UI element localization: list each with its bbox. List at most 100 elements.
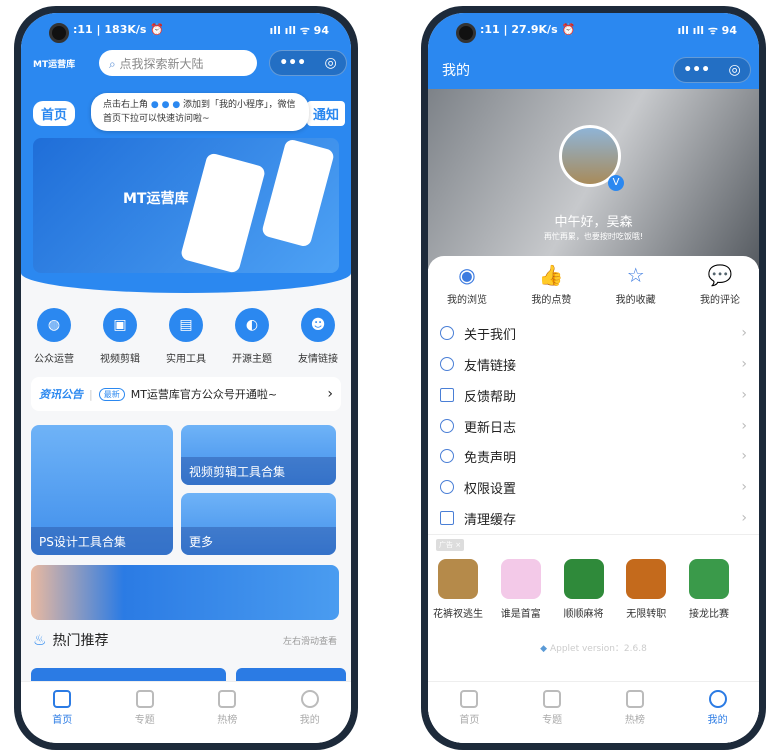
menu-permissions[interactable]: 权限设置 › (440, 472, 747, 502)
chevron-right-icon: › (741, 387, 747, 403)
chevron-right-icon: › (741, 356, 747, 372)
close-icon[interactable]: ◎ (325, 55, 337, 71)
card-video-tools[interactable]: 视频剪辑工具合集 (181, 425, 336, 485)
tab-hot[interactable]: 热榜 (197, 690, 257, 743)
game-icon (438, 559, 478, 599)
tip-text: 点击右上角 (103, 100, 149, 110)
info-icon (440, 326, 454, 340)
capsule-menu[interactable]: ••• ◎ (673, 57, 751, 83)
greeting-subtext: 再忙再累，也要按时吃饭哦! (543, 232, 644, 241)
quick-likes[interactable]: 👍 我的点赞 (516, 263, 586, 306)
tab-bar: 首页 专题 热榜 我的 (428, 681, 759, 743)
status-bar: :11 | 183K/s ⏰ ıll ıll ᯤ 94 (43, 23, 329, 38)
status-bar: :11 | 27.9K/s ⏰ ıll ıll ᯤ 94 (450, 23, 737, 38)
quick-actions: ◉ 我的浏览 👍 我的点赞 ☆ 我的收藏 💬 我的评论 (432, 263, 755, 306)
category-item[interactable]: ◍ 公众运营 (23, 308, 85, 365)
link-icon (440, 357, 454, 371)
greeting: 中午好，吴森 (554, 215, 633, 230)
fire-icon: ♨ (33, 631, 47, 649)
notice-text: MT运营库官方公众号开通啦~ (130, 388, 278, 401)
quick-comments[interactable]: 💬 我的评论 (685, 263, 755, 306)
tab-mine[interactable]: 我的 (280, 690, 340, 743)
category-row: ◍ 公众运营 ▣ 视频剪辑 ▤ 实用工具 ◐ 开源主题 ☻ 友情链接 (23, 308, 349, 365)
search-input[interactable]: ⌕ 点我探索新大陆 (99, 50, 257, 76)
search-icon: ⌕ (109, 57, 120, 71)
promo-banner[interactable] (31, 565, 339, 620)
status-time: :11 | 183K/s ⏰ (73, 23, 164, 36)
grid-icon (135, 690, 154, 708)
user-icon: ☻ (301, 308, 335, 342)
thumbs-up-icon: 👍 (538, 263, 564, 287)
tab-notice-top[interactable]: 通知 (307, 101, 346, 126)
category-item[interactable]: ☻ 友情链接 (287, 308, 349, 365)
game-icon (500, 559, 541, 599)
notice-badge: 最新 (98, 387, 125, 401)
notice-bar[interactable]: 资讯公告 | 最新 MT运营库官方公众号开通啦~ › (31, 377, 341, 411)
tab-mine[interactable]: 我的 (688, 690, 748, 743)
hot-section-header: ♨ 热门推荐 左右滑动查看 (33, 630, 337, 650)
ad-label[interactable]: 广告 × (436, 539, 465, 551)
card-ps-tools[interactable]: PS设计工具合集 (31, 425, 173, 555)
status-icons: ıll ıll ᯤ 94 (269, 24, 329, 37)
menu-changelog[interactable]: 更新日志 › (440, 411, 747, 441)
palette-icon: ◐ (235, 308, 269, 342)
game-item[interactable]: 谁是首富 (491, 559, 551, 620)
more-icon[interactable]: ••• (279, 55, 306, 71)
notice-brand: 资讯公告 (39, 388, 83, 401)
game-item[interactable]: 花裤衩逃生 (428, 559, 488, 620)
game-icon (689, 559, 729, 599)
version-text: ◆ Applet version：2.6.8 (540, 644, 647, 654)
tab-home-top[interactable]: 首页 (33, 101, 76, 126)
card-label: 更多 (181, 527, 336, 555)
capsule-menu[interactable]: ••• ◎ (269, 50, 347, 76)
tab-home[interactable]: 首页 (439, 690, 499, 743)
tab-home[interactable]: 首页 (32, 690, 92, 743)
tab-topics[interactable]: 专题 (115, 690, 175, 743)
menu-clear-cache[interactable]: 清理缓存 › (440, 503, 747, 533)
category-item[interactable]: ▣ 视频剪辑 (89, 308, 151, 365)
game-item[interactable]: 接龙比赛 (679, 559, 739, 620)
card-label: PS设计工具合集 (31, 527, 173, 555)
chart-icon (625, 690, 644, 708)
menu-disclaimer[interactable]: 免责声明 › (440, 441, 747, 471)
chart-icon (218, 690, 237, 708)
chevron-right-icon: › (741, 418, 747, 434)
category-item[interactable]: ◐ 开源主题 (221, 308, 283, 365)
video-icon: ▣ (103, 308, 137, 342)
chevron-right-icon: › (327, 386, 333, 402)
menu-links[interactable]: 友情链接 › (440, 349, 747, 379)
more-icon[interactable]: ••• (683, 62, 710, 78)
hot-title: 热门推荐 (52, 633, 109, 649)
dots-icon: ● ● ● (150, 100, 181, 110)
ad-games: 花裤衩逃生 谁是首富 顺顺麻将 无限转职 接龙比赛 (428, 559, 739, 620)
game-icon (563, 559, 604, 599)
menu-about[interactable]: 关于我们 › (440, 318, 747, 348)
banner[interactable]: MT运营库 (33, 138, 339, 273)
category-item[interactable]: ▤ 实用工具 (155, 308, 217, 365)
category-label: 实用工具 (166, 354, 206, 365)
chevron-right-icon: › (741, 479, 747, 495)
menu-feedback[interactable]: 反馈帮助 › (440, 380, 747, 410)
diamond-icon: ◆ (540, 644, 550, 654)
comment-icon: 💬 (707, 263, 733, 287)
tab-hot[interactable]: 热榜 (605, 690, 665, 743)
chevron-right-icon: › (741, 510, 747, 526)
user-icon (708, 690, 727, 708)
tab-topics[interactable]: 专题 (522, 690, 582, 743)
game-item[interactable]: 无限转职 (616, 559, 676, 620)
close-icon[interactable]: ◎ (729, 62, 741, 78)
quick-favorites[interactable]: ☆ 我的收藏 (601, 263, 671, 306)
home-icon (53, 690, 72, 708)
home-screen: :11 | 183K/s ⏰ ıll ıll ᯤ 94 MT运营库 ⌕ 点我探索新… (21, 13, 351, 743)
phone-mockup (179, 152, 267, 273)
ad-divider (428, 534, 759, 535)
card-more[interactable]: 更多 (181, 493, 336, 555)
add-tip-tooltip: 点击右上角 ● ● ● 添加到「我的小程序」，微信 首页下拉可以快速访问啦~ (91, 93, 309, 131)
swipe-hint: 左右滑动查看 (282, 636, 337, 647)
quick-history[interactable]: ◉ 我的浏览 (432, 263, 502, 306)
game-item[interactable]: 顺顺麻将 (554, 559, 614, 620)
vip-badge: V (608, 175, 624, 191)
tip-text: 添加到「我的小程序」，微信 (183, 100, 296, 110)
gear-icon (440, 480, 454, 494)
phone-home: :11 | 183K/s ⏰ ıll ıll ᯤ 94 MT运营库 ⌕ 点我探索新… (14, 6, 358, 750)
